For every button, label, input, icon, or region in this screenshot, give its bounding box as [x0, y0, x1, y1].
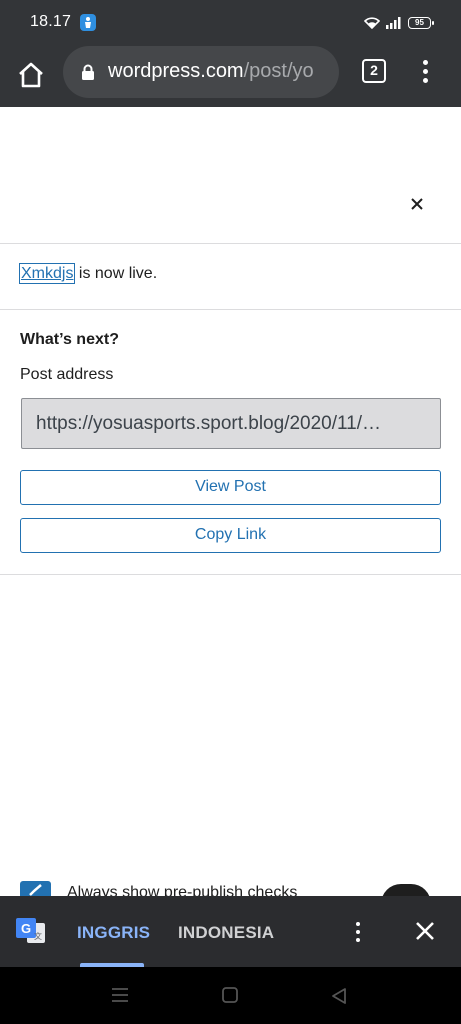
- system-nav-bar: [0, 967, 461, 1024]
- google-translate-icon: G 文: [16, 918, 45, 943]
- translate-bar: G 文 INGGRIS INDONESIA: [0, 896, 461, 967]
- divider: [0, 574, 461, 575]
- divider: [0, 243, 461, 244]
- divider: [0, 309, 461, 310]
- more-vert-icon[interactable]: [350, 920, 366, 944]
- tab-count: 2: [370, 62, 378, 78]
- url-path: /post/yo: [243, 60, 314, 82]
- post-address-field[interactable]: https://yosuasports.sport.blog/2020/11/…: [21, 398, 441, 449]
- tabs-button[interactable]: 2: [362, 59, 386, 83]
- browser-toolbar: wordpress.com/post/yo 2: [0, 44, 461, 107]
- status-indicators: 95: [364, 15, 434, 31]
- close-icon[interactable]: [413, 919, 437, 943]
- nav-recents-icon[interactable]: [111, 987, 129, 1003]
- more-vert-icon[interactable]: [415, 58, 435, 86]
- post-live-message: Xmkdjs is now live.: [18, 263, 158, 284]
- notification-app-icon: [80, 14, 96, 31]
- nav-back-icon[interactable]: [330, 987, 348, 1005]
- address-bar[interactable]: wordpress.com/post/yo: [63, 46, 339, 98]
- status-time: 18.17: [30, 13, 72, 30]
- post-address-label: Post address: [20, 366, 114, 383]
- svg-text:文: 文: [34, 931, 42, 941]
- home-icon: [19, 62, 43, 88]
- signal-icon: [386, 17, 401, 29]
- url-text: wordpress.com/post/yo: [108, 60, 314, 83]
- whats-next-heading: What’s next?: [20, 331, 119, 348]
- copy-link-button[interactable]: Copy Link: [20, 518, 441, 553]
- status-bar: 18.17 95: [0, 0, 461, 44]
- close-icon[interactable]: [405, 192, 429, 216]
- live-text: is now live.: [74, 265, 158, 282]
- home-button[interactable]: [15, 59, 47, 91]
- pre-publish-checkbox-label: Always show pre-publish checks: [67, 884, 298, 896]
- wifi-icon: [364, 17, 380, 29]
- lang-source-tab[interactable]: INGGRIS: [77, 923, 150, 943]
- view-post-button[interactable]: View Post: [20, 470, 441, 505]
- url-domain: wordpress.com: [108, 60, 244, 82]
- lang-target-tab[interactable]: INDONESIA: [178, 923, 274, 943]
- nav-home-icon[interactable]: [222, 987, 238, 1003]
- svg-text:G: G: [21, 921, 31, 936]
- battery-indicator: 95: [408, 17, 434, 29]
- lock-icon: [82, 64, 94, 80]
- post-title-link[interactable]: Xmkdjs: [18, 263, 76, 284]
